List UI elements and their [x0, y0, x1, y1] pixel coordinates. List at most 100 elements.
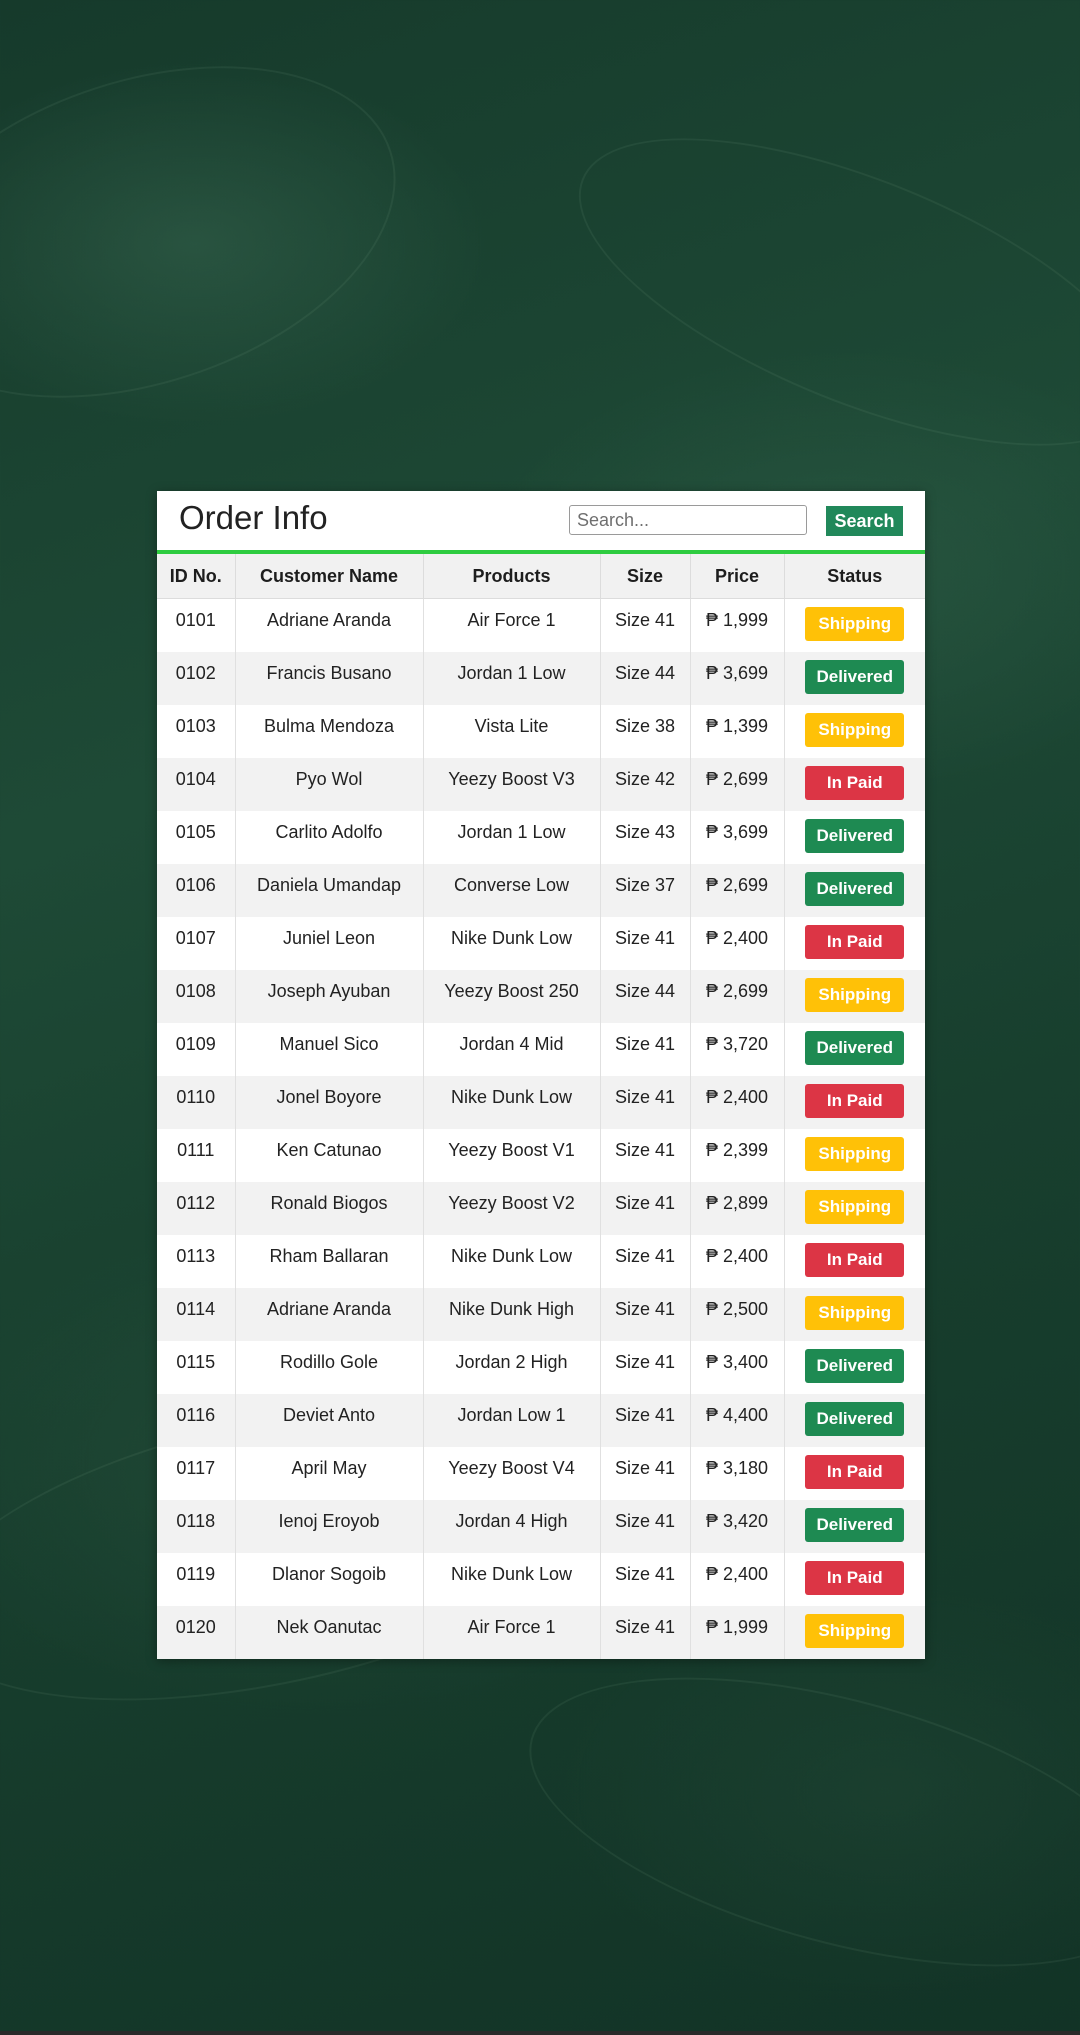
cell-status: Delivered: [784, 1341, 925, 1394]
status-badge: Shipping: [805, 1189, 905, 1224]
cell-id: 0114: [157, 1287, 236, 1341]
status-badge: In Paid: [805, 924, 905, 959]
cell-price: ₱ 2,400: [690, 1552, 785, 1606]
cell-size: Size 41: [600, 1022, 691, 1076]
column-header-id: ID No.: [157, 554, 236, 599]
cell-product: Nike Dunk High: [423, 1287, 601, 1341]
search-button[interactable]: Search: [826, 506, 903, 536]
cell-status: Shipping: [784, 1181, 925, 1235]
cell-customer-name: April May: [235, 1446, 424, 1500]
cell-price: ₱ 4,400: [690, 1393, 785, 1447]
cell-size: Size 41: [600, 1287, 691, 1341]
cell-product: Yeezy Boost V3: [423, 757, 601, 811]
cell-price: ₱ 3,400: [690, 1340, 785, 1394]
cell-id: 0104: [157, 757, 236, 811]
table-row: 0108 Joseph Ayuban Yeezy Boost 250 Size 44 ₱…: [157, 969, 925, 1023]
cell-status: Shipping: [784, 705, 925, 758]
table-row: 0103 Bulma Mendoza Vista Lite Size 38 ₱ 1,39…: [157, 704, 925, 758]
table-row: 0119 Dlanor Sogoib Nike Dunk Low Size 41 ₱ 2…: [157, 1552, 925, 1606]
column-header-customer: Customer Name: [235, 554, 424, 599]
cell-product: Yeezy Boost V1: [423, 1128, 601, 1182]
cell-product: Jordan 4 High: [423, 1499, 601, 1553]
cell-customer-name: Francis Busano: [235, 651, 424, 705]
status-badge: Delivered: [805, 659, 905, 694]
cell-price: ₱ 1,999: [690, 1605, 785, 1659]
status-badge: Delivered: [805, 818, 905, 853]
status-badge: Shipping: [805, 607, 905, 641]
status-badge: Delivered: [805, 1348, 905, 1383]
status-badge: Delivered: [805, 871, 905, 906]
cell-size: Size 41: [600, 1446, 691, 1500]
cell-price: ₱ 3,720: [690, 1022, 785, 1076]
cell-status: In Paid: [784, 917, 925, 970]
table-row: 0120 Nek Oanutac Air Force 1 Size 41 ₱ 1,999…: [157, 1605, 925, 1659]
cell-size: Size 41: [600, 1605, 691, 1659]
cell-id: 0103: [157, 704, 236, 758]
cell-product: Nike Dunk Low: [423, 1075, 601, 1129]
table-row: 0114 Adriane Aranda Nike Dunk High Size 41 ₱…: [157, 1287, 925, 1341]
cell-id: 0109: [157, 1022, 236, 1076]
cell-status: Shipping: [784, 969, 925, 1023]
cell-customer-name: Nek Oanutac: [235, 1605, 424, 1659]
cell-product: Nike Dunk Low: [423, 916, 601, 970]
cell-id: 0118: [157, 1499, 236, 1553]
cell-customer-name: Juniel Leon: [235, 916, 424, 970]
status-badge: Delivered: [805, 1401, 905, 1436]
cell-id: 0119: [157, 1552, 236, 1606]
background-vein: [0, 6, 439, 458]
cell-price: ₱ 2,699: [690, 757, 785, 811]
cell-price: ₱ 3,699: [690, 651, 785, 705]
cell-product: Vista Lite: [423, 704, 601, 758]
table-row: 0110 Jonel Boyore Nike Dunk Low Size 41 ₱ 2,…: [157, 1075, 925, 1129]
cell-customer-name: Ronald Biogos: [235, 1181, 424, 1235]
column-header-price: Price: [690, 554, 785, 599]
table-row: 0104 Pyo Wol Yeezy Boost V3 Size 42 ₱ 2,699 I…: [157, 757, 925, 811]
cell-size: Size 42: [600, 757, 691, 811]
cell-price: ₱ 2,400: [690, 1234, 785, 1288]
cell-status: In Paid: [784, 757, 925, 811]
cell-customer-name: Ken Catunao: [235, 1128, 424, 1182]
cell-size: Size 41: [600, 1499, 691, 1553]
cell-status: Shipping: [784, 1605, 925, 1659]
cell-product: Yeezy Boost V2: [423, 1181, 601, 1235]
cell-id: 0107: [157, 916, 236, 970]
cell-product: Jordan 4 Mid: [423, 1022, 601, 1076]
cell-id: 0112: [157, 1181, 236, 1235]
cell-product: Converse Low: [423, 863, 601, 917]
cell-price: ₱ 2,699: [690, 863, 785, 917]
cell-size: Size 41: [600, 1181, 691, 1235]
table-header-row: ID No. Customer Name Products Size Price…: [157, 554, 925, 599]
cell-product: Jordan Low 1: [423, 1393, 601, 1447]
status-badge: In Paid: [805, 1083, 905, 1118]
cell-id: 0120: [157, 1605, 236, 1659]
table-row: 0105 Carlito Adolfo Jordan 1 Low Size 43 ₱ 3…: [157, 810, 925, 864]
cell-size: Size 44: [600, 969, 691, 1023]
cell-id: 0111: [157, 1128, 236, 1182]
column-header-products: Products: [423, 554, 601, 599]
cell-customer-name: Dlanor Sogoib: [235, 1552, 424, 1606]
cell-status: In Paid: [784, 1235, 925, 1288]
cell-price: ₱ 2,899: [690, 1181, 785, 1235]
cell-id: 0101: [157, 598, 236, 652]
cell-product: Yeezy Boost 250: [423, 969, 601, 1023]
cell-price: ₱ 3,420: [690, 1499, 785, 1553]
cell-customer-name: Bulma Mendoza: [235, 704, 424, 758]
cell-customer-name: Carlito Adolfo: [235, 810, 424, 864]
cell-customer-name: Deviet Anto: [235, 1393, 424, 1447]
table-row: 0116 Deviet Anto Jordan Low 1 Size 41 ₱ 4,40…: [157, 1393, 925, 1447]
cell-customer-name: Manuel Sico: [235, 1022, 424, 1076]
cell-product: Air Force 1: [423, 1605, 601, 1659]
cell-status: Shipping: [784, 1129, 925, 1182]
cell-size: Size 43: [600, 810, 691, 864]
status-badge: Delivered: [805, 1030, 905, 1065]
cell-product: Jordan 1 Low: [423, 810, 601, 864]
table-row: 0102 Francis Busano Jordan 1 Low Size 44 ₱ 3…: [157, 651, 925, 705]
status-badge: Shipping: [805, 1295, 905, 1330]
cell-customer-name: Pyo Wol: [235, 757, 424, 811]
search-input[interactable]: [569, 505, 807, 535]
table-row: 0101 Adriane Aranda Air Force 1 Size 41 ₱ 1,…: [157, 598, 925, 652]
cell-status: Shipping: [784, 1287, 925, 1341]
cell-price: ₱ 2,400: [690, 916, 785, 970]
cell-id: 0105: [157, 810, 236, 864]
cell-customer-name: Adriane Aranda: [235, 598, 424, 652]
